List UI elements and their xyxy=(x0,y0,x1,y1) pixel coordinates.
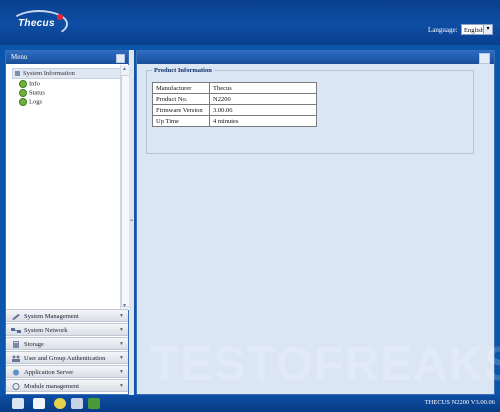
thecus-logo: Thecus xyxy=(8,10,68,38)
table-row: Firmware Version 3.00.06 xyxy=(152,104,317,116)
menu-section-label: System Network xyxy=(24,327,68,334)
table-row: Product No. N2200 xyxy=(152,93,317,105)
watermark: TESTOFREAKS xyxy=(150,338,500,391)
chevron-down-icon: ▼ xyxy=(119,328,124,333)
chevron-down-icon: ▼ xyxy=(119,384,124,389)
footer-bar: THECUS N2200 V3.00.06 xyxy=(0,395,500,412)
table-row: Manufacturer Thecus xyxy=(152,82,317,94)
user-group-icon xyxy=(12,355,20,362)
content-header xyxy=(137,51,494,64)
leaf-icon xyxy=(19,80,27,88)
tree-item-label: Logs xyxy=(29,98,42,106)
server-icon xyxy=(13,369,19,376)
panel-splitter[interactable]: ≡ xyxy=(129,50,134,395)
menu-tree: System Information Info Status Logs ▴ ▾ xyxy=(6,65,130,310)
tree-item-logs[interactable]: Logs xyxy=(19,98,42,106)
leaf-icon xyxy=(19,98,27,106)
top-header: Thecus Language: English ▾ xyxy=(0,0,500,45)
folder-icon xyxy=(15,71,20,76)
storage-icon xyxy=(13,341,19,348)
tree-item-label: Status xyxy=(29,89,45,97)
menu-scrollbar[interactable]: ▴ ▾ xyxy=(120,65,130,310)
menu-section-label: User and Group Authentication xyxy=(24,355,106,362)
menu-section-system-network[interactable]: System Network ▼ xyxy=(6,323,128,336)
row-label: Up Time xyxy=(152,115,210,127)
menu-section-label: Module management xyxy=(24,383,80,390)
row-value: N2200 xyxy=(209,93,317,105)
chevron-down-icon: ▼ xyxy=(119,370,124,375)
chevron-down-icon: ▼ xyxy=(119,314,124,319)
row-label: Product No. xyxy=(152,93,210,105)
scroll-up-icon[interactable]: ▴ xyxy=(121,65,128,73)
product-info-table: Manufacturer Thecus Product No. N2200 Fi… xyxy=(152,82,317,127)
menu-title: Menu xyxy=(11,53,28,61)
chevron-down-icon[interactable]: ▾ xyxy=(483,25,492,34)
chevron-down-icon: ▼ xyxy=(119,356,124,361)
chevron-down-icon: ▼ xyxy=(119,342,124,347)
menu-section-application-server[interactable]: Application Server ▼ xyxy=(6,365,128,378)
tools-icon[interactable] xyxy=(71,398,83,409)
menu-section-system-management[interactable]: System Management ▼ xyxy=(6,309,128,322)
window-icon[interactable] xyxy=(479,53,490,64)
version-label: THECUS N2200 V3.00.06 xyxy=(424,399,495,406)
language-select[interactable]: English ▾ xyxy=(461,24,493,35)
row-value: Thecus xyxy=(209,82,317,94)
tree-item-label: Info xyxy=(29,80,40,88)
product-information-fieldset: Product Information Manufacturer Thecus … xyxy=(146,67,474,154)
row-label: Manufacturer xyxy=(152,82,210,94)
language-label: Language: xyxy=(428,26,458,34)
brand-text: Thecus xyxy=(18,18,55,29)
row-label: Firmware Version xyxy=(152,104,210,116)
collapse-menu-icon[interactable] xyxy=(116,54,125,63)
fieldset-legend: Product Information xyxy=(152,67,214,74)
menu-panel: Menu System Information Info Status Logs… xyxy=(5,50,130,395)
menu-section-label: Storage xyxy=(24,341,44,348)
tree-item-status[interactable]: Status xyxy=(19,89,45,97)
language-value: English xyxy=(464,27,484,34)
menu-section-storage[interactable]: Storage ▼ xyxy=(6,337,128,350)
menu-header: Menu xyxy=(6,51,128,64)
menu-section-label: System Management xyxy=(24,313,79,320)
shortcut-icon[interactable] xyxy=(88,398,100,409)
wrench-icon xyxy=(12,314,20,320)
menu-section-user-group-auth[interactable]: User and Group Authentication ▼ xyxy=(6,351,128,364)
leaf-icon xyxy=(19,89,27,97)
tree-section-label: System Information xyxy=(23,70,75,77)
row-value: 3.00.06 xyxy=(209,104,317,116)
mail-icon[interactable] xyxy=(33,398,45,409)
tree-item-info[interactable]: Info xyxy=(19,80,40,88)
desktop-icon[interactable] xyxy=(12,398,24,409)
row-value: 4 minutes xyxy=(209,115,317,127)
menu-section-label: Application Server xyxy=(24,369,74,376)
menu-sections: System Management ▼ System Network ▼ Stora… xyxy=(6,309,128,393)
network-icon xyxy=(11,328,21,333)
help-icon[interactable] xyxy=(54,398,66,409)
table-row: Up Time 4 minutes xyxy=(152,115,317,127)
tree-section-system-information[interactable]: System Information xyxy=(12,68,121,79)
menu-section-module-management[interactable]: Module management ▼ xyxy=(6,379,128,392)
logo-dot-icon xyxy=(57,14,63,20)
grip-icon[interactable]: ≡ xyxy=(130,218,133,224)
module-icon xyxy=(12,383,20,390)
